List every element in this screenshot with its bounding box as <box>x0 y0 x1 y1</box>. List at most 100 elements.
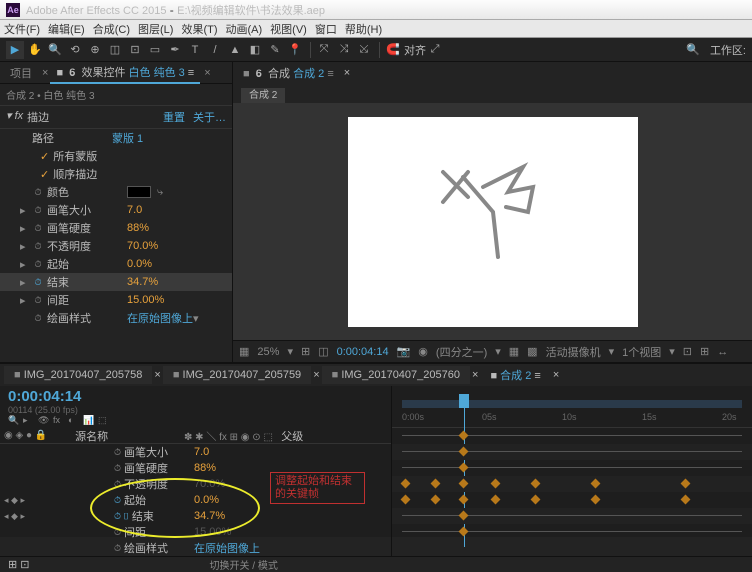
rotate-tool[interactable]: ⊕ <box>86 41 104 59</box>
fx-icon[interactable]: fx <box>53 415 65 427</box>
prop-hardness-value[interactable]: 88% <box>127 222 149 234</box>
mask-toggle-icon[interactable]: ◫ <box>318 345 328 358</box>
menu-anim[interactable]: 动画(A) <box>226 21 263 37</box>
channel-icon[interactable]: ◉ <box>418 345 428 358</box>
keyframe[interactable] <box>459 511 469 521</box>
brush-tool[interactable]: / <box>206 41 224 59</box>
puppet-tool[interactable]: 📍 <box>286 41 304 59</box>
toggle-switches-icon[interactable]: ⊞ ⊡ <box>8 558 30 571</box>
row-opacity-v[interactable]: 70.0% <box>194 478 225 490</box>
keyframe[interactable] <box>491 495 501 505</box>
stopwatch-icon[interactable]: ⏱ <box>32 204 44 216</box>
menu-edit[interactable]: 编辑(E) <box>48 21 85 37</box>
effect-name[interactable]: 描边 <box>27 109 163 125</box>
stopwatch-icon[interactable]: ⏱ <box>32 312 44 324</box>
tab-project[interactable]: 项目 <box>4 63 38 83</box>
time-display[interactable]: 0:00:04:14 <box>337 346 389 358</box>
allmasks-check-icon[interactable]: ✓ <box>40 150 49 163</box>
keyframe[interactable] <box>431 495 441 505</box>
stopwatch-icon[interactable]: ⏱ <box>114 479 121 490</box>
mb-icon[interactable]: ◐ <box>68 415 80 427</box>
work-area[interactable] <box>402 400 742 408</box>
row-hardness-v[interactable]: 88% <box>194 462 216 474</box>
effect-about[interactable]: 关于… <box>193 109 226 125</box>
keyframe[interactable] <box>459 431 469 441</box>
pen-tool[interactable]: ✒ <box>166 41 184 59</box>
comp-mini-icon[interactable]: ▸ <box>23 415 35 427</box>
row-end-v[interactable]: 34.7% <box>194 510 225 522</box>
keyframe[interactable] <box>681 479 691 489</box>
menu-layer[interactable]: 图层(L) <box>138 21 173 37</box>
row-brushsize-v[interactable]: 7.0 <box>194 446 209 458</box>
comp-tab[interactable]: ■ 𝟔 合成 合成 2 ≡ <box>237 63 340 83</box>
hand-tool[interactable]: ✋ <box>26 41 44 59</box>
keyframe[interactable] <box>459 463 469 473</box>
zoom-tool[interactable]: 🔍 <box>46 41 64 59</box>
zoom-value[interactable]: 25% <box>257 346 279 358</box>
selection-tool[interactable]: ▶ <box>6 41 24 59</box>
search-icon[interactable]: 🔍 <box>684 41 702 59</box>
keyframe[interactable] <box>459 527 469 537</box>
row-start-v[interactable]: 0.0% <box>194 494 219 506</box>
stamp-tool[interactable]: ▲ <box>226 41 244 59</box>
axis-local-icon[interactable]: ⤧ <box>315 41 333 59</box>
roto-tool[interactable]: ✎ <box>266 41 284 59</box>
comp-tab-close-icon[interactable]: × <box>344 67 350 79</box>
menu-effect[interactable]: 效果(T) <box>181 21 217 37</box>
stopwatch-icon[interactable]: ⏱ <box>114 463 121 474</box>
twirl-icon[interactable]: ▸ <box>20 294 30 307</box>
comp-breadcrumb[interactable]: 合成 2 <box>241 88 285 103</box>
row-spacing-v[interactable]: 15.00% <box>194 526 231 538</box>
kf-nav[interactable]: ◂ ◆ ▸ <box>4 495 44 506</box>
tab-ec-close-icon[interactable]: × <box>204 67 210 79</box>
shy-icon[interactable]: 👁 <box>38 415 50 427</box>
prop-style-value[interactable]: 在原始图像上 <box>127 310 193 326</box>
menu-window[interactable]: 窗口 <box>315 21 337 37</box>
menu-comp[interactable]: 合成(C) <box>93 21 130 37</box>
stopwatch-active-icon[interactable]: ⏱ <box>114 495 121 506</box>
keyframe[interactable] <box>401 495 411 505</box>
keyframe[interactable] <box>401 479 411 489</box>
prop-start-value[interactable]: 0.0% <box>127 258 152 270</box>
res-full-icon[interactable]: ⊞ <box>301 345 310 358</box>
3d-icon[interactable]: ⬚ <box>98 415 110 427</box>
views-dropdown[interactable]: 1个视图 <box>622 344 661 360</box>
twirl-icon[interactable]: ▸ <box>20 258 30 271</box>
prop-path-value[interactable]: 蒙版 1 <box>112 130 143 146</box>
grid-toggle-icon[interactable]: ▦ <box>239 345 249 358</box>
stopwatch-icon[interactable]: ⏱ <box>32 186 44 198</box>
prop-opacity-value[interactable]: 70.0% <box>127 240 158 252</box>
keyframe[interactable] <box>681 495 691 505</box>
close-icon[interactable]: × <box>472 369 478 381</box>
close-icon[interactable]: × <box>553 369 559 381</box>
current-time[interactable]: 0:00:04:14 <box>8 388 383 405</box>
stopwatch-active-icon[interactable]: ⏱ <box>32 276 44 288</box>
kf-nav[interactable]: ◂ ◆ ▸ <box>4 511 44 522</box>
tab-project-close-icon[interactable]: × <box>42 67 48 79</box>
axis-view-icon[interactable]: ⤩ <box>355 41 373 59</box>
keyframe[interactable] <box>591 495 601 505</box>
keyframe[interactable] <box>531 495 541 505</box>
keyframe[interactable] <box>459 447 469 457</box>
stopwatch-icon[interactable]: ⏱ <box>114 527 121 538</box>
stopwatch-icon[interactable]: ⏱ <box>32 240 44 252</box>
tl-tab-active[interactable]: ■ 合成 2 ≡ <box>480 364 550 386</box>
menu-help[interactable]: 帮助(H) <box>345 21 382 37</box>
prop-spacing-value[interactable]: 15.00% <box>127 294 164 306</box>
viewer[interactable] <box>233 103 752 340</box>
twirl-icon[interactable]: ▸ <box>20 204 30 217</box>
axis-world-icon[interactable]: ⤨ <box>335 41 353 59</box>
snapshot-icon[interactable]: 📷 <box>397 345 411 358</box>
eraser-tool[interactable]: ◧ <box>246 41 264 59</box>
fx-toggle-icon[interactable]: ▾ fx <box>6 109 23 125</box>
view-opt1-icon[interactable]: ⊡ <box>683 345 692 358</box>
keyframe[interactable] <box>491 479 501 489</box>
prop-allmasks[interactable]: 所有蒙版 <box>53 148 97 164</box>
playhead[interactable] <box>459 394 469 408</box>
region-icon[interactable]: ▦ <box>509 345 519 358</box>
tl-tab-1[interactable]: ■ IMG_20170407_205759 <box>163 366 311 384</box>
stopwatch-icon[interactable]: ⏱ <box>32 222 44 234</box>
search-icon[interactable]: 🔍 <box>8 415 20 427</box>
transparency-icon[interactable]: ▩ <box>527 345 537 358</box>
col-source[interactable]: 源名称 <box>64 428 184 444</box>
